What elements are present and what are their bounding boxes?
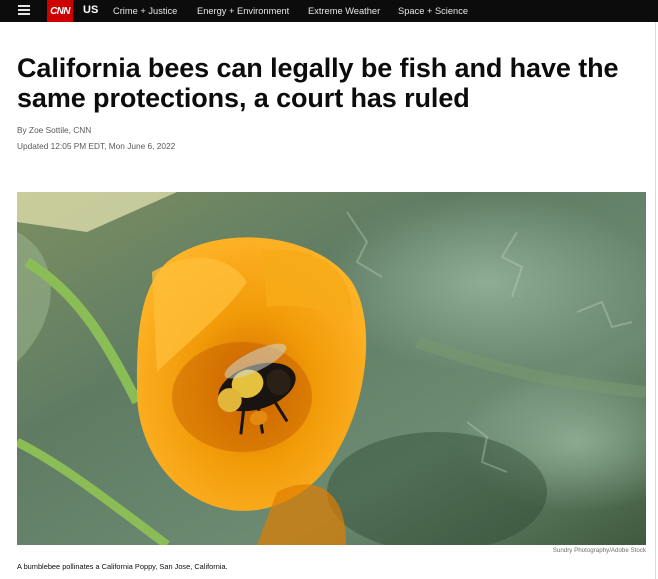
hero-image[interactable] — [17, 192, 646, 545]
author-link[interactable]: Zoe Sottile — [29, 125, 69, 135]
article-headline: California bees can legally be fish and … — [17, 53, 619, 113]
page-edge-divider — [655, 22, 656, 579]
byline-prefix: By — [17, 125, 29, 135]
bee-on-poppy-photo — [17, 192, 646, 545]
section-title[interactable]: US — [83, 3, 98, 18]
hamburger-menu-icon[interactable] — [18, 4, 30, 15]
top-nav-bar: CNN US Crime + Justice Energy + Environm… — [0, 0, 658, 22]
nav-link-energy-environment[interactable]: Energy + Environment — [197, 5, 289, 17]
photo-caption: A bumblebee pollinates a California Popp… — [17, 562, 228, 571]
nav-link-crime-justice[interactable]: Crime + Justice — [113, 5, 177, 17]
photo-credit: Sundry Photography/Adobe Stock — [552, 547, 646, 554]
byline-suffix: , CNN — [68, 125, 92, 135]
nav-link-extreme-weather[interactable]: Extreme Weather — [308, 5, 380, 17]
article-byline: By Zoe Sottile, CNN — [17, 124, 91, 136]
cnn-logo[interactable]: CNN — [47, 0, 73, 22]
updated-timestamp: Updated 12:05 PM EDT, Mon June 6, 2022 — [17, 141, 176, 151]
nav-link-space-science[interactable]: Space + Science — [398, 5, 468, 17]
